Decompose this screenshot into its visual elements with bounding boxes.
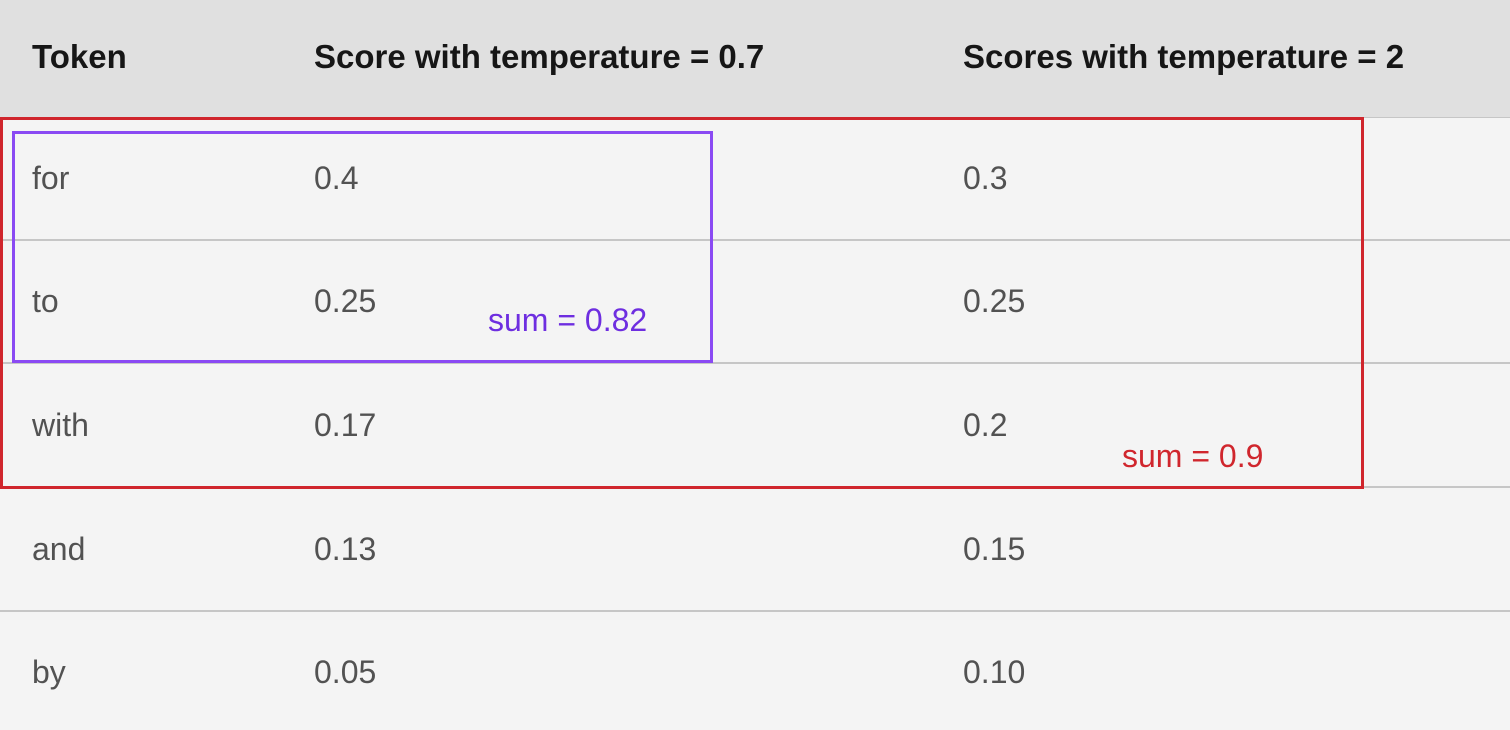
score-t2-cell: 0.15 [963,531,1026,567]
score-t2-cell: 0.10 [963,654,1026,690]
red-sum-label: sum = 0.9 [1122,438,1264,474]
header-token: Token [32,38,127,75]
table-header: Token Score with temperature = 0.7 Score… [0,0,1510,118]
table-row: by 0.05 0.10 [0,612,1510,730]
token-score-table-page: Token Score with temperature = 0.7 Score… [0,0,1510,730]
purple-sum-label: sum = 0.82 [488,302,648,338]
header-score-temp-2: Scores with temperature = 2 [963,38,1405,75]
score-t07-cell: 0.13 [314,531,377,567]
token-cell: by [32,654,66,690]
table-row: and 0.13 0.15 [0,489,1510,612]
score-t07-cell: 0.05 [314,654,377,690]
token-cell: and [32,531,86,567]
header-score-temp-0-7: Score with temperature = 0.7 [314,38,765,75]
